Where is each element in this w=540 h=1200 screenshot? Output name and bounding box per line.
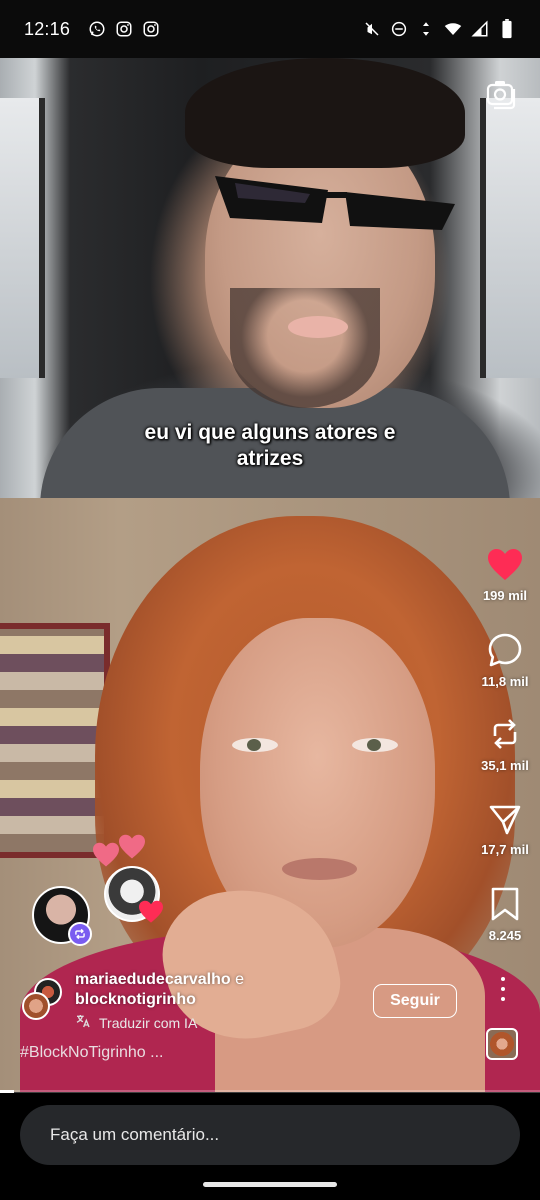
- send-icon: [470, 802, 540, 836]
- share-button[interactable]: 17,7 mil: [470, 802, 540, 857]
- author-avatars[interactable]: [22, 978, 66, 1022]
- instagram-icon: [142, 20, 160, 38]
- repost-button[interactable]: 35,1 mil: [470, 716, 540, 773]
- translate-label: Traduzir com IA: [99, 1014, 198, 1031]
- data-arrows-icon: [417, 20, 435, 38]
- translate-icon: [75, 1013, 91, 1032]
- battery-icon: [498, 19, 516, 39]
- comment-bar: Faça um comentário...: [0, 1093, 540, 1200]
- author-connector: e: [230, 971, 244, 988]
- repost-count: 35,1 mil: [481, 758, 529, 773]
- top-video[interactable]: eu vi que alguns atores e atrizes: [0, 58, 540, 498]
- status-bar: 12:16: [0, 0, 540, 58]
- whatsapp-icon: [88, 20, 106, 38]
- sunglasses: [215, 176, 455, 230]
- author-2-name[interactable]: blocknotigrinho: [75, 991, 196, 1008]
- repost-badge-icon: [68, 922, 92, 946]
- more-options-icon[interactable]: [493, 974, 513, 1004]
- bookmark-icon: [470, 886, 540, 922]
- wifi-icon: [444, 20, 462, 38]
- save-button[interactable]: 8.245: [470, 886, 540, 943]
- comment-icon: [470, 632, 540, 668]
- heart-icon: [470, 548, 540, 582]
- video-caption: eu vi que alguns atores e atrizes: [144, 421, 396, 470]
- post-description[interactable]: #BlockNoTigrinho ...: [20, 1044, 163, 1062]
- instagram-icon: [115, 20, 133, 38]
- author-names[interactable]: mariaedudecarvalho e blocknotigrinho: [75, 970, 244, 1010]
- floating-heart-icon: [93, 842, 119, 867]
- sound-thumbnail[interactable]: [486, 1028, 518, 1060]
- camera-switch-icon[interactable]: [484, 76, 518, 110]
- repost-icon: [470, 716, 540, 752]
- save-count: 8.245: [488, 928, 522, 943]
- comment-button[interactable]: 11,8 mil: [470, 632, 540, 689]
- notification-icons: [88, 20, 160, 38]
- system-icons: [363, 19, 516, 39]
- floating-heart-icon: [119, 834, 145, 859]
- comment-input[interactable]: Faça um comentário...: [20, 1105, 520, 1165]
- mute-icon: [363, 20, 381, 38]
- liked-heart-icon: [139, 900, 163, 923]
- signal-icon: [471, 20, 489, 38]
- author-1-name[interactable]: mariaedudecarvalho: [75, 971, 231, 988]
- translate-link[interactable]: Traduzir com IA: [75, 1013, 197, 1032]
- home-indicator[interactable]: [203, 1182, 337, 1187]
- status-time: 12:16: [24, 18, 71, 39]
- comment-count: 11,8 mil: [481, 674, 529, 689]
- dnd-icon: [390, 20, 408, 38]
- share-count: 17,7 mil: [481, 842, 529, 857]
- like-button[interactable]: 199 mil: [470, 548, 540, 603]
- author-avatar: [22, 992, 50, 1020]
- like-count: 199 mil: [482, 588, 528, 603]
- follow-button[interactable]: Seguir: [373, 984, 457, 1018]
